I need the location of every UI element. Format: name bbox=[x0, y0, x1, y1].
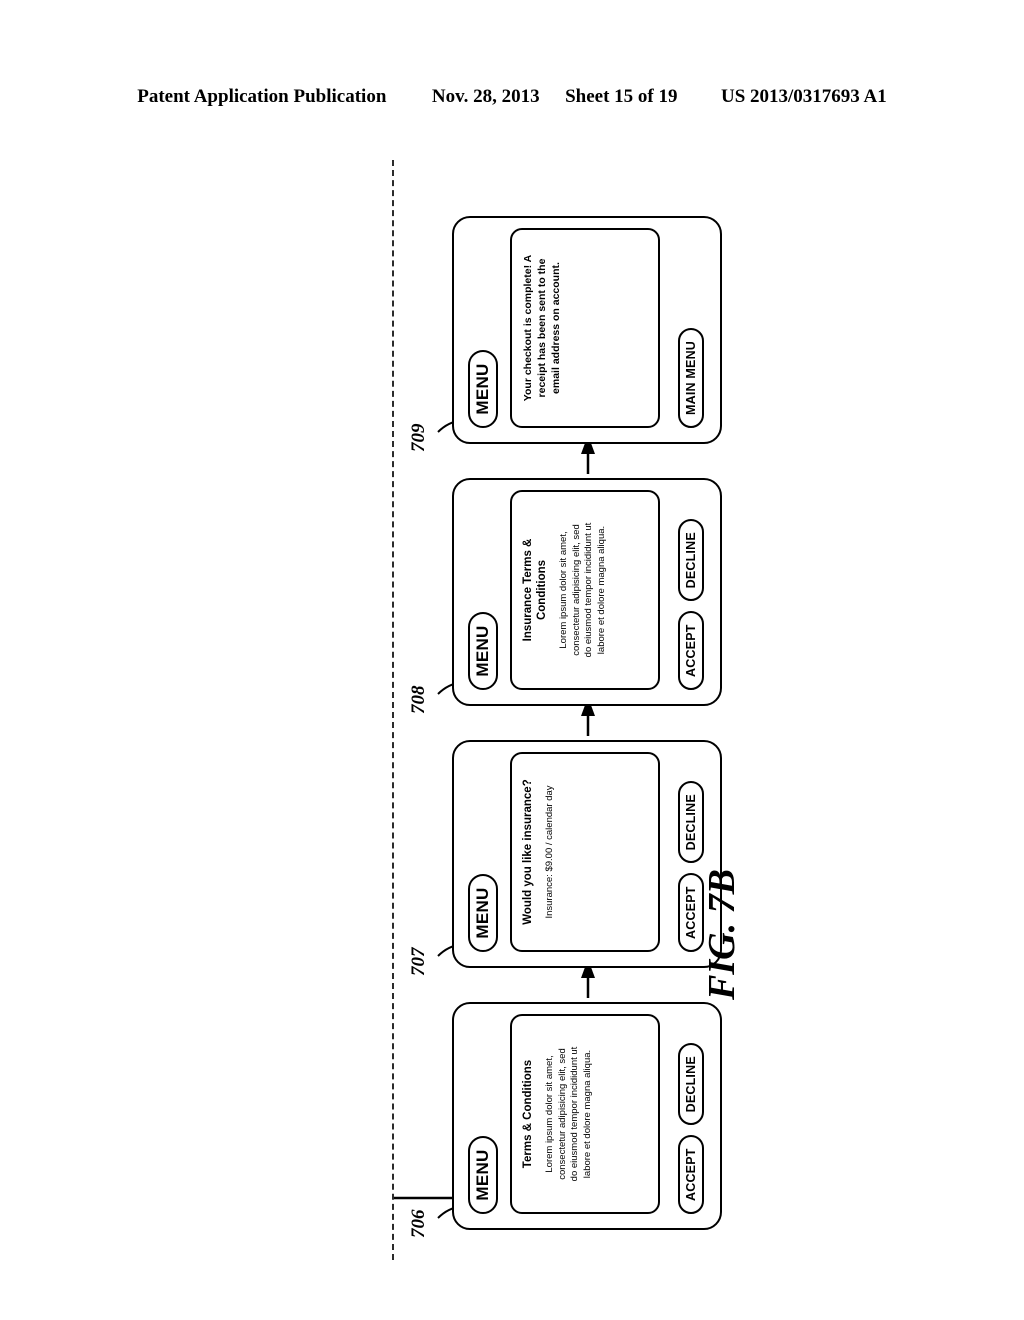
content-panel-709: Your checkout is complete! A receipt has… bbox=[510, 228, 660, 428]
header-date: Nov. 28, 2013 bbox=[431, 86, 540, 107]
action-row-708: ACCEPT DECLINE bbox=[678, 490, 704, 690]
decline-button-706[interactable]: DECLINE bbox=[678, 1043, 704, 1126]
content-panel-706: Terms & Conditions Lorem ipsum dolor sit… bbox=[510, 1014, 660, 1214]
menu-button-708[interactable]: MENU bbox=[468, 612, 498, 690]
action-row-706: ACCEPT DECLINE bbox=[678, 1014, 704, 1214]
header-publication: Patent Application Publication bbox=[137, 86, 387, 107]
panel-title-707: Would you like insurance? bbox=[522, 779, 534, 925]
reference-numeral-708: 708 bbox=[408, 685, 429, 715]
page-header: Patent Application Publication Nov. 28, … bbox=[0, 86, 1024, 108]
reference-numeral-707: 707 bbox=[408, 947, 429, 977]
panel-body-708: Lorem ipsum dolor sit amet, consectetur … bbox=[558, 522, 607, 658]
decline-button-708[interactable]: DECLINE bbox=[678, 519, 704, 602]
action-row-709: MAIN MENU bbox=[678, 228, 704, 428]
menu-button-706[interactable]: MENU bbox=[468, 1136, 498, 1214]
menu-button-709[interactable]: MENU bbox=[468, 350, 498, 428]
content-panel-707: Would you like insurance? Insurance: $9.… bbox=[510, 752, 660, 952]
decline-button-707[interactable]: DECLINE bbox=[678, 781, 704, 864]
accept-button-706[interactable]: ACCEPT bbox=[678, 1135, 704, 1214]
header-patent-number: US 2013/0317693 A1 bbox=[720, 86, 887, 107]
device-screen-709: MENU Your checkout is complete! A receip… bbox=[452, 216, 722, 444]
device-screen-708: MENU Insurance Terms & Conditions Lorem … bbox=[452, 478, 722, 706]
menu-button-707[interactable]: MENU bbox=[468, 874, 498, 952]
accept-button-708[interactable]: ACCEPT bbox=[678, 611, 704, 690]
main-menu-button-709[interactable]: MAIN MENU bbox=[678, 327, 704, 428]
device-screen-707: MENU Would you like insurance? Insurance… bbox=[452, 740, 722, 968]
panel-title-708: Insurance Terms & Conditions bbox=[522, 538, 549, 642]
checkout-complete-message-709: Your checkout is complete! A receipt has… bbox=[522, 254, 563, 402]
screen-sequence: MENU Terms & Conditions Lorem ipsum dolo… bbox=[428, 160, 728, 1260]
device-screen-706: MENU Terms & Conditions Lorem ipsum dolo… bbox=[452, 1002, 722, 1230]
figure-7b-drawing: 706 707 708 709 MENU Terms & Conditions … bbox=[392, 160, 822, 1260]
insurance-price-707: Insurance: $9.00 / calendar day bbox=[544, 785, 556, 919]
header-sheet: Sheet 15 of 19 bbox=[565, 86, 678, 107]
panel-body-706: Lorem ipsum dolor sit amet, consectetur … bbox=[544, 1046, 593, 1182]
content-panel-708: Insurance Terms & Conditions Lorem ipsum… bbox=[510, 490, 660, 690]
reference-numeral-706: 706 bbox=[408, 1209, 429, 1239]
panel-title-706: Terms & Conditions bbox=[522, 1059, 534, 1169]
reference-numeral-709: 709 bbox=[408, 423, 429, 453]
figure-caption: FIG. 7B bbox=[701, 869, 743, 1000]
